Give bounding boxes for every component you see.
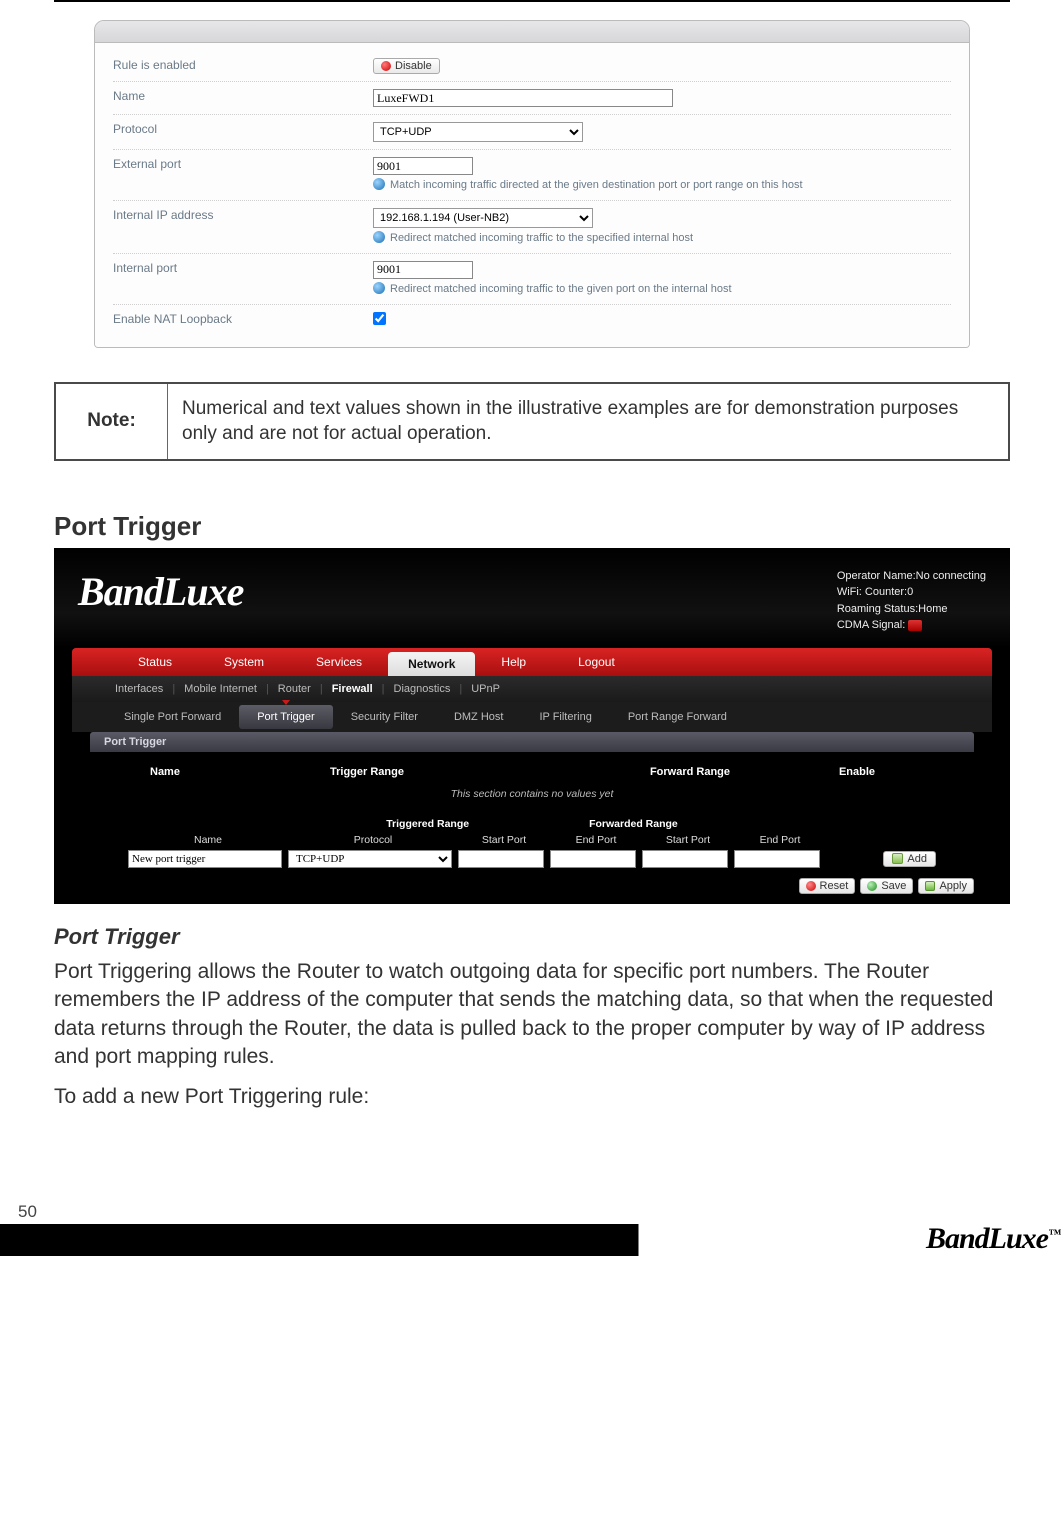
subnav-mobile-internet[interactable]: Mobile Internet <box>175 683 266 695</box>
port-trigger-panel-title: Port Trigger <box>90 732 974 752</box>
reset-button[interactable]: Reset <box>799 878 856 894</box>
tab-ip-filtering[interactable]: IP Filtering <box>521 705 609 729</box>
tab-port-trigger[interactable]: Port Trigger <box>239 705 332 729</box>
disable-button-label: Disable <box>395 60 432 72</box>
apply-icon <box>925 881 935 891</box>
reset-label: Reset <box>820 880 849 892</box>
subcol-fwd-start: Start Port <box>642 834 734 846</box>
external-port-hint: Match incoming traffic directed at the g… <box>390 178 803 193</box>
signal-icon <box>908 620 922 631</box>
nav-logout[interactable]: Logout <box>552 655 641 669</box>
col-enable: Enable <box>800 766 914 778</box>
tab-security-filter[interactable]: Security Filter <box>333 705 436 729</box>
sub-nav: Interfaces| Mobile Internet| Router| Fir… <box>72 676 992 702</box>
label-name: Name <box>113 89 373 107</box>
save-label: Save <box>881 880 906 892</box>
label-internal-port: Internal port <box>113 261 373 297</box>
paragraph-1: Port Triggering allows the Router to wat… <box>54 958 1010 1071</box>
col-forward-range: Forward Range <box>580 766 800 778</box>
trig-end-port-input[interactable] <box>550 850 636 868</box>
paragraph-2: To add a new Port Triggering rule: <box>54 1083 1010 1111</box>
nav-system[interactable]: System <box>198 655 290 669</box>
port-forward-form-panel: Rule is enabled Disable Name Protocol TC… <box>94 20 970 348</box>
fwd-start-port-input[interactable] <box>642 850 728 868</box>
status-roaming: Roaming Status:Home <box>837 601 986 618</box>
header-triggered-range: Triggered Range <box>386 818 469 830</box>
label-nat-loopback: Enable NAT Loopback <box>113 312 373 328</box>
nat-loopback-checkbox[interactable] <box>373 312 386 325</box>
internal-port-input[interactable] <box>373 261 473 279</box>
trigger-name-input[interactable] <box>128 850 282 868</box>
trigger-protocol-select[interactable]: TCP+UDP <box>288 850 452 868</box>
bandluxe-logo: BandLuxe <box>78 568 243 615</box>
status-cdma-label: CDMA Signal: <box>837 619 905 631</box>
col-trigger-range: Trigger Range <box>330 766 580 778</box>
info-icon <box>373 231 385 243</box>
info-icon <box>373 178 385 190</box>
status-block: Operator Name:No connecting WiFi: Counte… <box>837 568 986 634</box>
name-input[interactable] <box>373 89 673 107</box>
header-forwarded-range: Forwarded Range <box>589 818 678 830</box>
tab-port-range-forward[interactable]: Port Range Forward <box>610 705 745 729</box>
subnav-upnp[interactable]: UPnP <box>462 683 509 695</box>
save-icon <box>867 881 877 891</box>
info-icon <box>373 282 385 294</box>
note-box: Note: Numerical and text values shown in… <box>54 382 1010 461</box>
main-nav: Status System Services Network Help Logo… <box>72 648 992 676</box>
internal-ip-select[interactable]: 192.168.1.194 (User-NB2) <box>373 208 593 228</box>
nav-help[interactable]: Help <box>475 655 552 669</box>
footer-logo: BandLuxe™ <box>926 1222 1060 1256</box>
apply-button[interactable]: Apply <box>918 878 974 894</box>
subcol-trig-end: End Port <box>550 834 642 846</box>
subcol-protocol: Protocol <box>288 834 458 846</box>
label-internal-ip: Internal IP address <box>113 208 373 246</box>
add-icon <box>892 853 903 864</box>
nav-services[interactable]: Services <box>290 655 388 669</box>
status-operator: Operator Name:No connecting <box>837 568 986 585</box>
add-button-label: Add <box>907 853 927 865</box>
subsection-title: Port Trigger <box>54 924 1010 950</box>
apply-label: Apply <box>939 880 967 892</box>
save-button[interactable]: Save <box>860 878 913 894</box>
disable-button[interactable]: Disable <box>373 58 440 74</box>
subnav-firewall[interactable]: Firewall <box>323 683 382 695</box>
panel-header <box>95 21 969 43</box>
subnav-router[interactable]: Router <box>269 683 320 695</box>
add-button[interactable]: Add <box>883 851 936 867</box>
trig-start-port-input[interactable] <box>458 850 544 868</box>
stop-icon <box>381 61 391 71</box>
label-rule-enabled: Rule is enabled <box>113 58 373 74</box>
subnav-diagnostics[interactable]: Diagnostics <box>385 683 460 695</box>
nav-network[interactable]: Network <box>388 652 475 676</box>
protocol-select[interactable]: TCP+UDP <box>373 122 583 142</box>
subcol-fwd-end: End Port <box>734 834 826 846</box>
note-text: Numerical and text values shown in the i… <box>168 384 1008 459</box>
reset-icon <box>806 881 816 891</box>
internal-ip-hint: Redirect matched incoming traffic to the… <box>390 231 693 246</box>
tab-single-port-forward[interactable]: Single Port Forward <box>106 705 239 729</box>
fwd-end-port-input[interactable] <box>734 850 820 868</box>
internal-port-hint: Redirect matched incoming traffic to the… <box>390 282 732 297</box>
label-external-port: External port <box>113 157 373 193</box>
subcol-trig-start: Start Port <box>458 834 550 846</box>
tab-dmz-host[interactable]: DMZ Host <box>436 705 522 729</box>
external-port-input[interactable] <box>373 157 473 175</box>
section-title-port-trigger: Port Trigger <box>54 511 1010 542</box>
nav-status[interactable]: Status <box>112 655 198 669</box>
firewall-tabs: Single Port Forward Port Trigger Securit… <box>72 702 992 732</box>
empty-state-text: This section contains no values yet <box>84 784 980 818</box>
col-name: Name <box>150 766 330 778</box>
subcol-name: Name <box>128 834 288 846</box>
bandluxe-screenshot: BandLuxe Operator Name:No connecting WiF… <box>54 548 1010 904</box>
subnav-interfaces[interactable]: Interfaces <box>106 683 172 695</box>
label-protocol: Protocol <box>113 122 373 142</box>
status-wifi: WiFi: Counter:0 <box>837 584 986 601</box>
page-number: 50 <box>0 1202 1064 1222</box>
note-label: Note: <box>56 384 168 459</box>
